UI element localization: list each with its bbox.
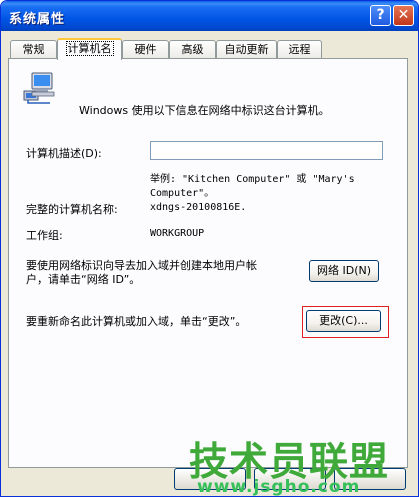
description-example-line2: Computer"。 bbox=[150, 188, 215, 199]
computer-description-label: 计算机描述(D): bbox=[26, 147, 102, 160]
network-id-button[interactable]: 网络 ID(N) bbox=[309, 260, 379, 282]
full-computer-name-value: xdngs-20100816E. bbox=[150, 202, 247, 213]
description-example-line1: 举例: "Kitchen Computer" 或 "Mary's bbox=[150, 174, 355, 185]
dialog-client-area: 常规 计算机名 硬件 高级 自动更新 远程 Windows 使用以下信息在网络中… bbox=[4, 31, 415, 494]
tab-remote[interactable]: 远程 bbox=[277, 40, 322, 58]
tab-general[interactable]: 常规 bbox=[10, 40, 57, 58]
system-properties-window: 系统属性 ? ✕ 常规 计算机名 硬件 高级 自动更新 远程 Windows 使… bbox=[0, 0, 419, 497]
watermark-logo: 技术员联盟 www.jsgho.com bbox=[189, 431, 418, 497]
rename-text: 要重新命名此计算机或加入域，单击“更改”。 bbox=[26, 315, 247, 328]
help-button[interactable]: ? bbox=[370, 5, 391, 26]
workgroup-label: 工作组: bbox=[26, 229, 63, 242]
workgroup-value: WORKGROUP bbox=[150, 228, 205, 239]
change-button-highlight-box bbox=[302, 306, 389, 338]
network-id-text-line2: 户，请单击“网络 ID”。 bbox=[26, 273, 141, 286]
tab-computer-name[interactable]: 计算机名 bbox=[57, 38, 122, 60]
computer-description-input[interactable] bbox=[150, 141, 383, 160]
tab-advanced[interactable]: 高级 bbox=[169, 40, 216, 58]
close-button[interactable]: ✕ bbox=[393, 5, 414, 26]
window-title: 系统属性 bbox=[9, 12, 66, 27]
intro-text: Windows 使用以下信息在网络中标识这台计算机。 bbox=[79, 104, 330, 117]
watermark-url: www.jsgho.com bbox=[197, 477, 361, 497]
tab-automatic-updates[interactable]: 自动更新 bbox=[216, 40, 277, 58]
tab-computer-name-label: 计算机名 bbox=[65, 41, 114, 56]
tab-hardware[interactable]: 硬件 bbox=[122, 40, 169, 58]
title-bar[interactable]: 系统属性 ? ✕ bbox=[1, 1, 418, 31]
computer-name-panel: Windows 使用以下信息在网络中标识这台计算机。 计算机描述(D): 举例:… bbox=[8, 58, 408, 468]
computer-network-icon bbox=[23, 72, 55, 104]
full-computer-name-label: 完整的计算机名称: bbox=[26, 203, 118, 216]
